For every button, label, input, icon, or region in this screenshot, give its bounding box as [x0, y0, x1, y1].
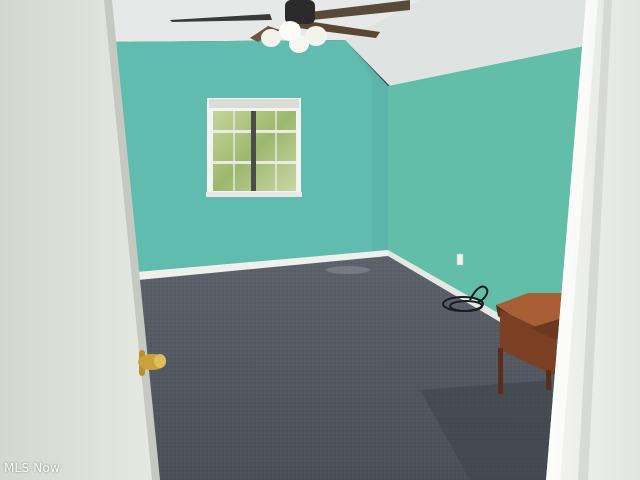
wall-outlet [456, 253, 464, 266]
room-photo: MLS Now [0, 0, 640, 480]
window [206, 98, 302, 197]
watermark-logo: MLS Now [4, 461, 61, 475]
